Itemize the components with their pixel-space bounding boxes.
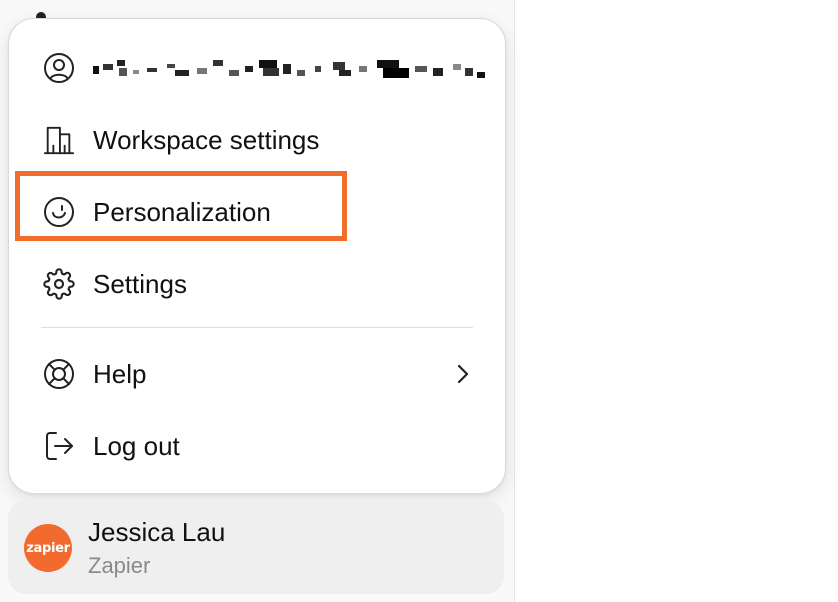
- menu-item-workspace-settings[interactable]: Workspace settings: [9, 110, 505, 170]
- profile-organization: Zapier: [88, 553, 151, 578]
- menu-item-label: Help: [93, 359, 147, 389]
- lifebuoy-icon: [43, 358, 75, 390]
- menu-divider: [41, 327, 473, 328]
- user-circle-icon: [43, 52, 75, 84]
- profile-card[interactable]: zapier Jessica Lau Zapier: [8, 500, 504, 594]
- chevron-right-icon: [451, 360, 475, 388]
- menu-item-label: Settings: [93, 269, 187, 299]
- menu-item-log-out[interactable]: Log out: [9, 416, 505, 476]
- logout-icon: [43, 430, 75, 462]
- menu-item-label: Log out: [93, 431, 180, 461]
- menu-item-account[interactable]: [9, 38, 505, 98]
- redacted-account-email: [93, 60, 485, 78]
- gear-icon: [43, 268, 75, 300]
- menu-item-help[interactable]: Help: [9, 344, 505, 404]
- smiley-icon: [43, 196, 75, 228]
- profile-name: Jessica Lau: [88, 517, 226, 547]
- menu-item-label: Personalization: [93, 197, 271, 227]
- menu-item-label: Workspace settings: [93, 125, 320, 155]
- building-icon: [43, 124, 75, 156]
- account-menu-popover: Workspace settings Personalization Setti…: [8, 18, 506, 494]
- menu-item-personalization[interactable]: Personalization: [9, 182, 505, 242]
- menu-item-settings[interactable]: Settings: [9, 254, 505, 314]
- sidebar: Workspace settings Personalization Setti…: [0, 0, 515, 602]
- avatar: zapier: [24, 524, 72, 572]
